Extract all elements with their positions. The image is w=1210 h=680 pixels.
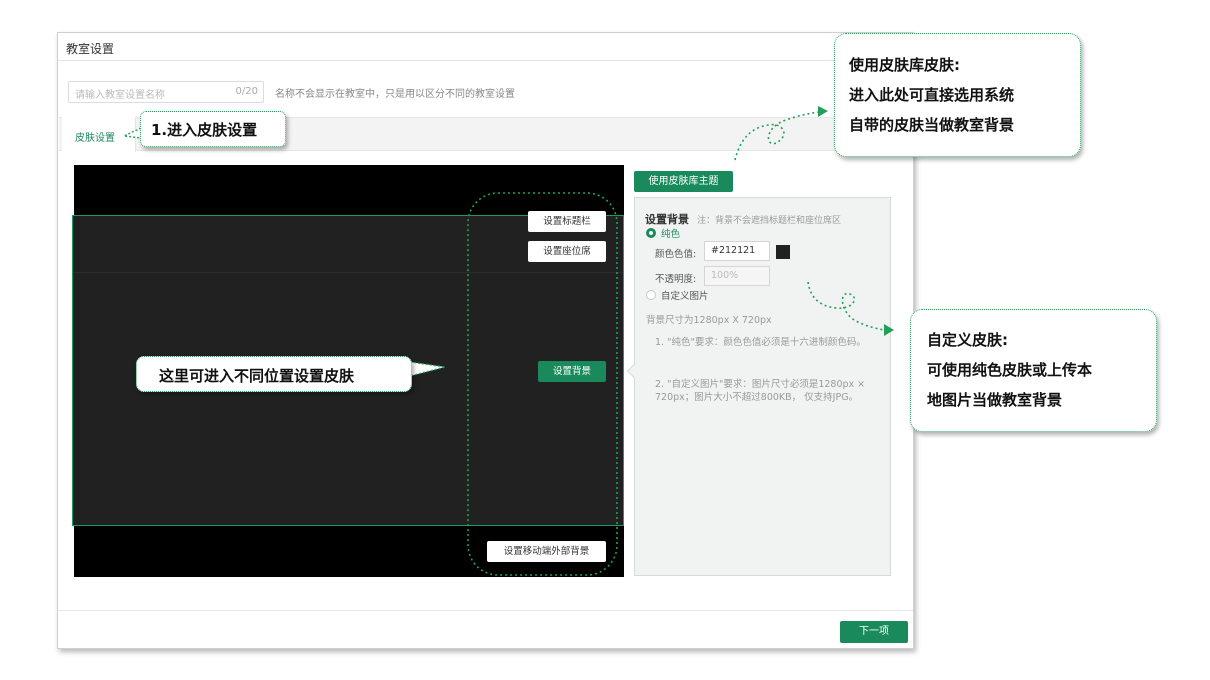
step1-callout: 1.进入皮肤设置 (140, 111, 286, 147)
set-seat-area-button[interactable]: 设置座位席 (528, 241, 606, 262)
positions-callout-text: 这里可进入不同位置设置皮肤 (159, 367, 355, 385)
color-value-label: 颜色色值: (655, 249, 697, 260)
preview-divider (73, 272, 623, 273)
footer-divider (58, 610, 913, 611)
color-value-input[interactable]: #212121 (704, 241, 770, 261)
custom-callout-line-3: 地图片当做教室背景 (927, 391, 1063, 409)
panel-note: 注：背景不会遮挡标题栏和座位席区 (697, 216, 842, 226)
library-callout-line-1: 使用皮肤库皮肤: (849, 56, 960, 74)
panel-title: 设置背景 (645, 213, 689, 226)
custom-image-label: 自定义图片 (661, 291, 709, 302)
solid-color-radio[interactable] (646, 228, 656, 238)
set-background-button[interactable]: 设置背景 (538, 361, 606, 382)
classroom-name-input[interactable]: 请输入教室设置名称 0/20 (68, 81, 264, 103)
background-size-text: 背景尺寸为1280px X 720px (646, 315, 772, 326)
char-counter: 0/20 (235, 86, 258, 97)
color-swatch[interactable] (776, 245, 790, 259)
opacity-input[interactable]: 100% (704, 266, 770, 286)
window-title: 教室设置 (66, 42, 115, 56)
custom-skin-callout: 自定义皮肤: 可使用纯色皮肤或上传本 地图片当做教室背景 (910, 309, 1157, 432)
skin-library-callout: 使用皮肤库皮肤: 进入此处可直接选用系统 自带的皮肤当做教室背景 (834, 33, 1081, 157)
custom-image-rule: 2. "自定义图片"要求：图片尺寸必须是1280px × 720px；图片大小不… (655, 379, 866, 403)
opacity-label: 不透明度: (655, 274, 697, 285)
library-callout-line-2: 进入此处可直接选用系统 (849, 86, 1015, 104)
positions-callout: 这里可进入不同位置设置皮肤 (136, 356, 412, 392)
custom-image-radio[interactable] (646, 290, 656, 300)
solid-color-label: 纯色 (661, 229, 681, 240)
title-divider (58, 60, 913, 61)
library-callout-line-3: 自带的皮肤当做教室背景 (849, 116, 1015, 134)
name-hint: 名称不会显示在教室中，只是用以区分不同的教室设置 (275, 89, 515, 100)
step1-callout-text: 1.进入皮肤设置 (151, 121, 258, 139)
solid-color-rule: 1. "纯色"要求：颜色色值必须是十六进制颜色码。 (655, 337, 866, 348)
set-title-bar-button[interactable]: 设置标题栏 (528, 211, 606, 232)
tab-skin-settings[interactable]: 皮肤设置 (62, 117, 136, 152)
custom-callout-line-1: 自定义皮肤: (927, 331, 1008, 349)
custom-callout-line-2: 可使用纯色皮肤或上传本 (927, 361, 1093, 379)
use-skin-library-button[interactable]: 使用皮肤库主题 (634, 171, 733, 192)
panel-pointer (626, 363, 642, 379)
next-button[interactable]: 下一项 (840, 621, 908, 643)
background-settings-panel: 设置背景 注：背景不会遮挡标题栏和座位席区 纯色 颜色色值: #212121 不… (626, 197, 891, 576)
set-mobile-background-button[interactable]: 设置移动端外部背景 (487, 541, 606, 562)
classroom-name-placeholder: 请输入教室设置名称 (75, 90, 165, 101)
